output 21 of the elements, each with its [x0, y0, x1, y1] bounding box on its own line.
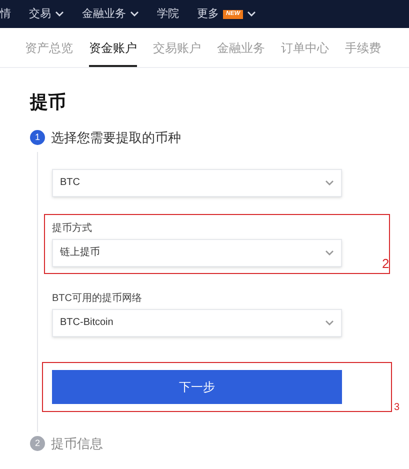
field-label: 提币方式: [52, 222, 93, 236]
annotation-number: 2: [382, 255, 390, 273]
nav-item[interactable]: 金融业务: [82, 6, 139, 22]
next-button[interactable]: 下一步: [52, 370, 342, 404]
select-field[interactable]: 链上提币: [52, 238, 342, 266]
nav-item[interactable]: 学院: [157, 6, 179, 22]
page-title: 提币: [30, 91, 67, 114]
step-label: 提币信息: [51, 434, 103, 452]
field-label: BTC可用的提币网络: [52, 292, 143, 306]
step-number: 2: [30, 436, 45, 451]
nav-item[interactable]: 交易: [29, 6, 64, 22]
caret-icon: [325, 250, 334, 256]
tab[interactable]: 资金账户: [89, 28, 137, 67]
annotation-number: 3: [394, 400, 400, 414]
select-field[interactable]: BTC-Bitcoin: [52, 308, 342, 336]
caret-icon: [325, 180, 334, 186]
caret-icon: [325, 320, 334, 326]
step-number: 1: [30, 130, 45, 146]
select-field[interactable]: BTC: [52, 168, 342, 196]
nav-item[interactable]: 情: [0, 6, 11, 22]
step-label: 选择您需要提取的币种: [51, 129, 181, 147]
